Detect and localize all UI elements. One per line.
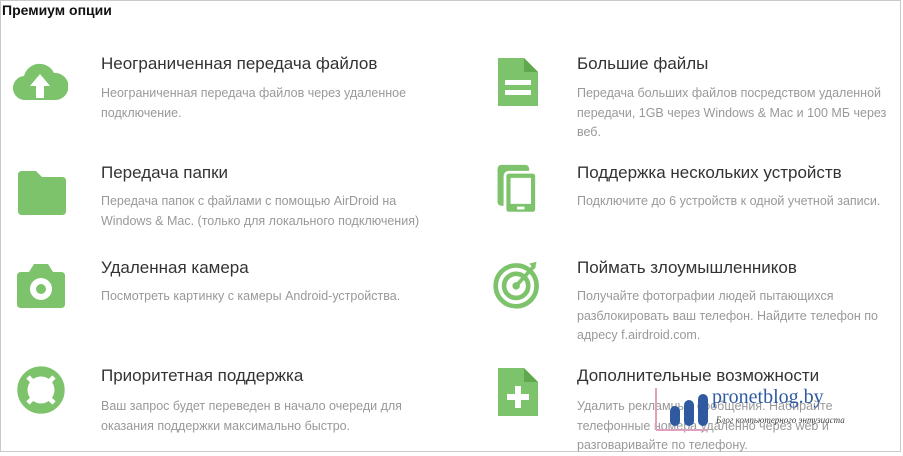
feature-description: Передача больших файлов посредством удал… bbox=[577, 86, 887, 139]
feature-description: Подключите до 6 устройств к одной учетно… bbox=[577, 194, 881, 208]
watermark-logo bbox=[655, 388, 708, 431]
feature-title: Дополнительные возможности bbox=[577, 366, 820, 385]
feature-description: Получайте фотографии людей пытающихся раз… bbox=[577, 289, 878, 342]
watermark: pronetblog.by Блог компьютерного энтузиа… bbox=[652, 386, 888, 440]
watermark-subtitle: Блог компьютерного энтузиаста bbox=[716, 415, 845, 425]
devices-icon bbox=[497, 164, 538, 215]
document-icon bbox=[498, 58, 538, 106]
feature-title: Поймать злоумышленников bbox=[577, 258, 797, 277]
watermark-text: pronetblog.by bbox=[712, 386, 824, 408]
add-document-icon bbox=[498, 368, 538, 416]
feature-large-files: Большие файлы Передача больших файлов по… bbox=[0, 54, 903, 144]
target-icon bbox=[493, 261, 539, 309]
feature-catch-intruders: Поймать злоумышленников Получайте фотогр… bbox=[0, 258, 903, 348]
feature-title: Поддержка нескольких устройств bbox=[577, 163, 842, 182]
feature-title: Большие файлы bbox=[577, 54, 709, 73]
page-title: Премиум опции bbox=[2, 2, 112, 18]
feature-multiple-devices: Поддержка нескольких устройств Подключит… bbox=[0, 163, 903, 243]
